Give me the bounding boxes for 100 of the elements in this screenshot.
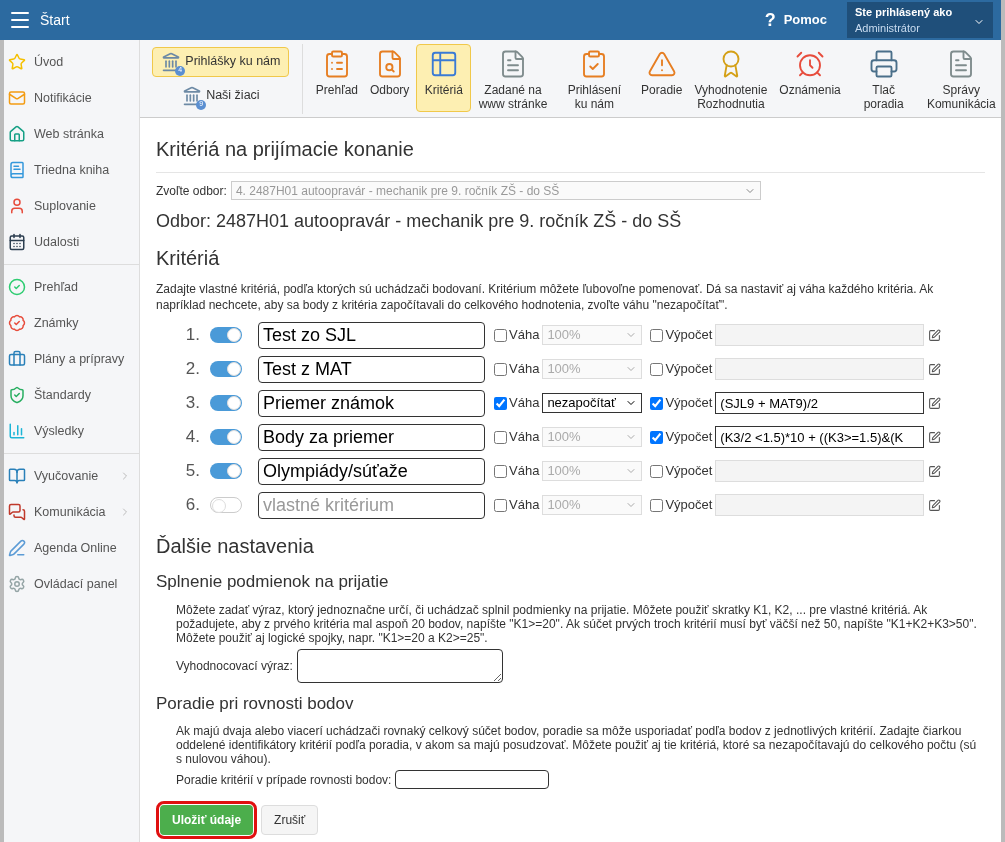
row-number: 3.: [184, 392, 200, 415]
toggle-switch[interactable]: [210, 463, 242, 479]
toggle-switch[interactable]: [210, 395, 242, 411]
toolbar-button[interactable]: Prehľad: [310, 43, 363, 112]
envelope-icon: [8, 89, 26, 107]
formula-label: Výpočet: [665, 394, 713, 413]
building-icon: [161, 51, 182, 72]
toolbar-button[interactable]: Oznámenia: [774, 43, 846, 112]
formula-checkbox[interactable]: [650, 464, 664, 478]
weight-select[interactable]: nezapočítať: [542, 393, 643, 413]
formula-field[interactable]: (SJL9 + MAT9)/2: [715, 392, 925, 414]
formula-checkbox[interactable]: [650, 362, 664, 376]
criterion-name-field[interactable]: Test zo SJL: [258, 321, 485, 349]
formula-checkbox[interactable]: [650, 498, 664, 512]
sidebar-item[interactable]: Výsledky: [4, 413, 139, 449]
row-number: 5.: [184, 460, 200, 483]
expression-field[interactable]: [296, 648, 503, 683]
calendar-icon: [8, 233, 26, 251]
toolbar-button[interactable]: Zadané na www stránke: [473, 43, 553, 112]
weight-checkbox[interactable]: [494, 396, 507, 410]
sidebar-item[interactable]: Ovládací panel: [4, 566, 139, 602]
criterion-name-field[interactable]: Priemer známok: [258, 389, 485, 417]
edit-icon[interactable]: [928, 328, 942, 342]
sidebar-item[interactable]: Prehľad: [4, 269, 139, 305]
toolbar-button[interactable]: Tlač poradia: [847, 43, 920, 112]
toolbar-button[interactable]: Odbory: [365, 43, 415, 112]
formula-label: Výpočet: [665, 326, 713, 345]
criteria-description: Zadajte vlastné kritériá, podľa ktorých sú uchádzači bodovaní. Kritérium môžete ľubovoľne pomenovať. Dá sa nastaviť aj váha každého kritéria. Ak napríklad nechcete, aby sa body z kritéria započítavali do celkového hodnotenia, zvoľte váhu "nezapočítať".: [156, 281, 935, 313]
formula-field[interactable]: (K3/2 <1.5)*10 + ((K3>=1.5)&(K: [715, 426, 925, 448]
weight-checkbox[interactable]: [494, 498, 507, 512]
edit-icon[interactable]: [928, 396, 942, 410]
notebook-icon: [8, 161, 26, 179]
subsection-heading: Splnenie podmienok na prijatie: [156, 571, 390, 593]
sidebar-item[interactable]: Úvod: [4, 44, 139, 80]
app-title: Štart: [40, 10, 70, 30]
toggle-switch[interactable]: [210, 497, 242, 513]
toolbar-button[interactable]: Poradie: [636, 43, 688, 112]
sidebar-item[interactable]: Triedna kniha: [4, 152, 139, 188]
edit-icon[interactable]: [928, 498, 942, 512]
help-link[interactable]: Pomoc: [783, 10, 827, 30]
formula-label: Výpočet: [665, 360, 713, 379]
row-number: 2.: [184, 358, 200, 381]
sidebar-item[interactable]: Vyučovanie: [4, 458, 139, 494]
weight-label: Váha: [509, 428, 540, 447]
toolbar-button[interactable]: Kritériá: [416, 43, 472, 112]
chat-bubbles-icon: [8, 503, 26, 521]
toolbar-button[interactable]: Prihlásení ku nám: [554, 43, 635, 112]
formula-label: Výpočet: [665, 462, 713, 481]
star-icon: [8, 53, 26, 71]
weight-label: Váha: [509, 394, 540, 413]
toggle-switch[interactable]: [210, 361, 242, 377]
sidebar-item[interactable]: Agenda Online: [4, 530, 139, 566]
person-icon: [8, 197, 26, 215]
formula-checkbox[interactable]: [650, 430, 664, 444]
toolbar-button[interactable]: Vyhodnotenie Rozhodnutia: [689, 43, 773, 112]
weight-checkbox[interactable]: [494, 328, 507, 342]
field-label: Vyhodnocovací výraz:: [176, 657, 293, 675]
toolbar-button[interactable]: Správy Komunikácia: [921, 43, 1001, 112]
sidebar-item[interactable]: Suplovanie: [4, 188, 139, 224]
sidebar-item[interactable]: Plány a prípravy: [4, 341, 139, 377]
bar-chart-icon: [8, 422, 26, 440]
edit-icon[interactable]: [928, 430, 942, 444]
row-number: 4.: [184, 426, 200, 449]
sidebar-item[interactable]: Komunikácia: [4, 494, 139, 530]
formula-label: Výpočet: [665, 428, 713, 447]
toggle-switch[interactable]: [210, 429, 242, 445]
house-icon: [8, 125, 26, 143]
sidebar-item[interactable]: Udalosti: [4, 224, 139, 260]
shield-check-icon: [8, 386, 26, 404]
user-menu[interactable]: Ste prihlásený ako Administrátor: [847, 2, 993, 38]
row-number: 6.: [184, 494, 200, 517]
check-circle-icon: [8, 278, 26, 296]
subsection-heading: Poradie pri rovnosti bodov: [156, 692, 355, 715]
weight-label: Váha: [509, 496, 540, 515]
sidebar-item[interactable]: Web stránka: [4, 116, 139, 152]
weight-checkbox[interactable]: [494, 362, 507, 376]
section-heading: Kritériá: [156, 246, 221, 271]
weight-checkbox[interactable]: [494, 430, 507, 444]
edit-icon[interactable]: [928, 464, 942, 478]
edit-icon[interactable]: [928, 362, 942, 376]
criterion-name-field[interactable]: Body za priemer: [258, 423, 485, 451]
formula-checkbox[interactable]: [650, 396, 664, 410]
field-label: Zvoľte odbor:: [156, 182, 227, 200]
sidebar-item[interactable]: Štandardy: [4, 377, 139, 413]
field-label: Poradie kritérií v prípade rovnosti bodov:: [176, 771, 392, 789]
toggle-switch[interactable]: [210, 327, 242, 343]
criterion-name-field[interactable]: Olympiády/súťaže: [258, 457, 485, 485]
formula-label: Výpočet: [665, 496, 713, 515]
cancel-button[interactable]: Zrušiť: [261, 805, 319, 835]
sidebar-item[interactable]: Notifikácie: [4, 80, 139, 116]
formula-checkbox[interactable]: [650, 328, 664, 342]
tie-order-field[interactable]: [395, 770, 550, 789]
weight-label: Váha: [509, 326, 540, 345]
building-icon: [182, 85, 203, 106]
sidebar-item[interactable]: Známky: [4, 305, 139, 341]
weight-checkbox[interactable]: [494, 464, 507, 478]
criterion-name-field[interactable]: vlastné kritérium: [258, 491, 485, 519]
conditions-description: Môžete zadať výraz, ktorý jednoznačne určí, či uchádzač splnil podmienky na prijatie. Môžete použiť skratky K1, K2, ... pre vlastné kritériá. Ak požadujete, aby z prvého kritéria mal aspoň 20 bodov, napíšte "K1>=20". Ak súčet prvých troch kritérií musí byť väčší než 50, napíšte "K1+K2+K3>50". Môžete použiť aj logické spojky, napr. "K1>=20 a K2>=25".: [176, 602, 978, 645]
help-icon[interactable]: ?: [764, 6, 776, 34]
criterion-name-field[interactable]: Test z MAT: [258, 355, 485, 383]
